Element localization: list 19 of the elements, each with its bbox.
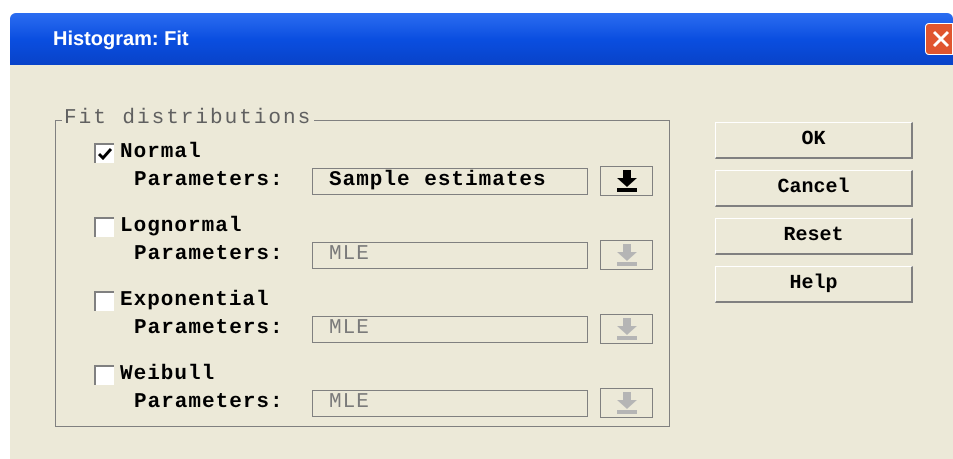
- parameters-label: Parameters:: [134, 391, 285, 415]
- checkbox-label: Normal: [120, 141, 202, 165]
- checkbox-label: Lognormal: [120, 215, 242, 239]
- close-button[interactable]: [925, 23, 953, 55]
- close-icon: [932, 30, 950, 48]
- dropdown-button[interactable]: [600, 166, 653, 196]
- dialog-button[interactable]: Reset: [715, 218, 913, 255]
- parameters-field[interactable]: Sample estimates: [312, 168, 588, 194]
- window-title: Histogram: Fit: [53, 27, 189, 52]
- checkbox-label: Exponential: [120, 289, 270, 313]
- parameters-label: Parameters:: [134, 169, 285, 193]
- dialog-button[interactable]: Help: [715, 266, 913, 303]
- checkbox-label: Weibull: [120, 363, 216, 387]
- dialog-button[interactable]: OK: [715, 122, 913, 159]
- checkbox[interactable]: [94, 143, 114, 163]
- checkmark-icon: [98, 148, 112, 160]
- parameters-label: Parameters:: [134, 243, 285, 267]
- dialog-button[interactable]: Cancel: [715, 170, 913, 207]
- parameters-label: Parameters:: [134, 317, 285, 341]
